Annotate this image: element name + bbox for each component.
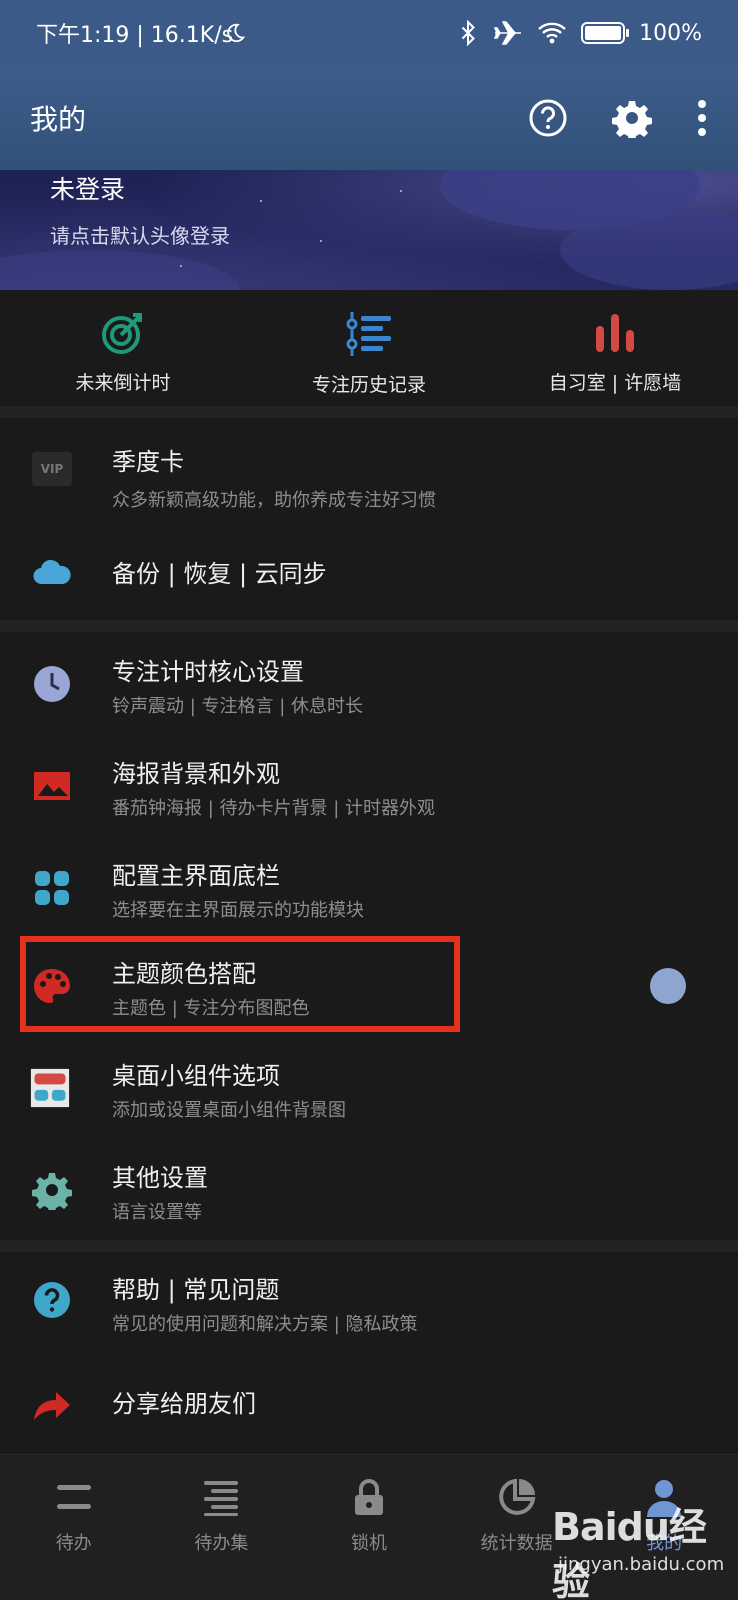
- clock-icon: [34, 666, 70, 702]
- quick-action-label: 自习室 | 许愿墙: [548, 372, 682, 394]
- banner-cloud-decoration: [0, 250, 240, 290]
- item-subtitle: 番茄钟海报 | 待办卡片背景 | 计时器外观: [112, 798, 436, 819]
- banner-star: [400, 190, 402, 192]
- gear-icon: [32, 1173, 72, 1210]
- battery-text: 100%: [639, 20, 702, 46]
- login-status-title: 未登录: [50, 175, 126, 204]
- section-divider: [0, 406, 738, 418]
- profile-banner[interactable]: 未登录 请点击默认头像登录: [0, 170, 738, 290]
- list-item-share[interactable]: 分享给朋友们: [0, 1354, 738, 1452]
- vip-icon: VIP: [32, 452, 72, 486]
- lock-icon: [354, 1479, 383, 1515]
- quick-action-history[interactable]: 专注历史记录: [246, 290, 492, 414]
- item-title: 帮助 | 常见问题: [112, 1276, 280, 1304]
- list-item-desktop-widget[interactable]: 桌面小组件选项 添加或设置桌面小组件背景图: [0, 1040, 738, 1142]
- question-icon: [34, 1282, 70, 1318]
- share-arrow-icon: [34, 1392, 70, 1420]
- item-title: 配置主界面底栏: [112, 862, 280, 890]
- app-bar: 我的: [0, 66, 738, 170]
- nav-tab-todo[interactable]: 待办: [0, 1455, 148, 1600]
- banner-star: [260, 200, 262, 202]
- more-vert-icon[interactable]: [696, 98, 708, 138]
- nav-tab-lock[interactable]: 锁机: [295, 1455, 443, 1600]
- todo-icon: [56, 1485, 91, 1509]
- nav-tab-todo-collection[interactable]: 待办集: [148, 1455, 296, 1600]
- section-divider: [0, 620, 738, 632]
- item-subtitle: 铃声震动 | 专注格言 | 休息时长: [112, 696, 364, 717]
- banner-star: [180, 265, 182, 267]
- login-hint: 请点击默认头像登录: [50, 224, 230, 248]
- wifi-icon: [538, 22, 566, 44]
- quick-action-study-room[interactable]: 自习室 | 许愿墙: [492, 290, 738, 414]
- airplane-icon: [493, 21, 522, 45]
- nav-label: 待办: [55, 1533, 92, 1554]
- widget-icon: [30, 1068, 70, 1108]
- item-subtitle: 众多新颖高级功能，助你养成专注好习惯: [112, 490, 436, 511]
- quick-action-label: 未来倒计时: [75, 372, 171, 394]
- status-icons: 100%: [227, 20, 702, 46]
- item-subtitle: 添加或设置桌面小组件背景图: [112, 1100, 346, 1121]
- item-subtitle: 选择要在主界面展示的功能模块: [112, 900, 364, 921]
- list-item-other-settings[interactable]: 其他设置 语言设置等: [0, 1142, 738, 1242]
- watermark-brand: Baidu经验: [552, 1505, 707, 1600]
- section-divider: [0, 1240, 738, 1252]
- list-item-focus-settings[interactable]: 专注计时核心设置 铃声震动 | 专注格言 | 休息时长: [0, 632, 738, 734]
- nav-label: 锁机: [350, 1533, 387, 1554]
- item-subtitle: 常见的使用问题和解决方案 | 隐私政策: [112, 1314, 418, 1335]
- item-title: 季度卡: [112, 448, 184, 476]
- cloud-icon: [33, 559, 71, 585]
- item-title: 专注计时核心设置: [112, 658, 304, 686]
- todo-collection-icon: [204, 1481, 239, 1516]
- highlight-annotation-box: [20, 936, 460, 1032]
- watermark-url: jingyan.baidu.com: [558, 1554, 725, 1575]
- baidu-watermark: Baidu经验 jingyan.baidu.com: [548, 1496, 738, 1600]
- list-item-backup-sync[interactable]: 备份 | 恢复 | 云同步: [0, 528, 738, 620]
- nav-label: 待办集: [194, 1533, 249, 1554]
- battery-fill: [585, 26, 622, 40]
- timeline-list-icon: [346, 312, 391, 356]
- status-left-text: 下午1:19 | 16.1K/s: [36, 23, 234, 48]
- list-item-poster-appearance[interactable]: 海报背景和外观 番茄钟海报 | 待办卡片背景 | 计时器外观: [0, 734, 738, 836]
- quick-action-countdown[interactable]: 未来倒计时: [0, 290, 246, 414]
- item-title: 桌面小组件选项: [112, 1062, 280, 1090]
- status-bar: 下午1:19 | 16.1K/s 100%: [0, 0, 738, 66]
- help-circle-icon[interactable]: [528, 98, 568, 138]
- image-icon: [34, 772, 70, 800]
- item-title: 海报背景和外观: [112, 760, 280, 788]
- bluetooth-icon: [461, 20, 476, 46]
- banner-star: [320, 240, 322, 242]
- target-icon: [102, 313, 142, 354]
- quick-action-label: 专注历史记录: [311, 374, 426, 396]
- list-item-bottom-bar-config[interactable]: 配置主界面底栏 选择要在主界面展示的功能模块: [0, 836, 738, 938]
- nav-label: 统计数据: [480, 1533, 553, 1554]
- item-subtitle: 语言设置等: [112, 1202, 202, 1223]
- page-title: 我的: [30, 103, 87, 136]
- list-item-vip-card[interactable]: VIP 季度卡 众多新颖高级功能，助你养成专注好习惯: [0, 418, 738, 528]
- quick-actions-row: 未来倒计时 专注历史记录 自习室 | 许愿墙: [0, 290, 738, 414]
- grid-icon: [35, 871, 69, 905]
- item-title: 分享给朋友们: [112, 1390, 256, 1418]
- pie-chart-icon: [498, 1478, 535, 1515]
- item-title: 其他设置: [112, 1164, 208, 1192]
- settings-gear-icon[interactable]: [612, 98, 652, 138]
- moon-icon: [227, 23, 246, 43]
- list-item-help-faq[interactable]: 帮助 | 常见问题 常见的使用问题和解决方案 | 隐私政策: [0, 1252, 738, 1354]
- bar-chart-icon: [596, 314, 634, 352]
- item-title: 备份 | 恢复 | 云同步: [112, 560, 327, 588]
- battery-icon: [581, 22, 630, 44]
- floating-assistive-button[interactable]: [650, 968, 686, 1004]
